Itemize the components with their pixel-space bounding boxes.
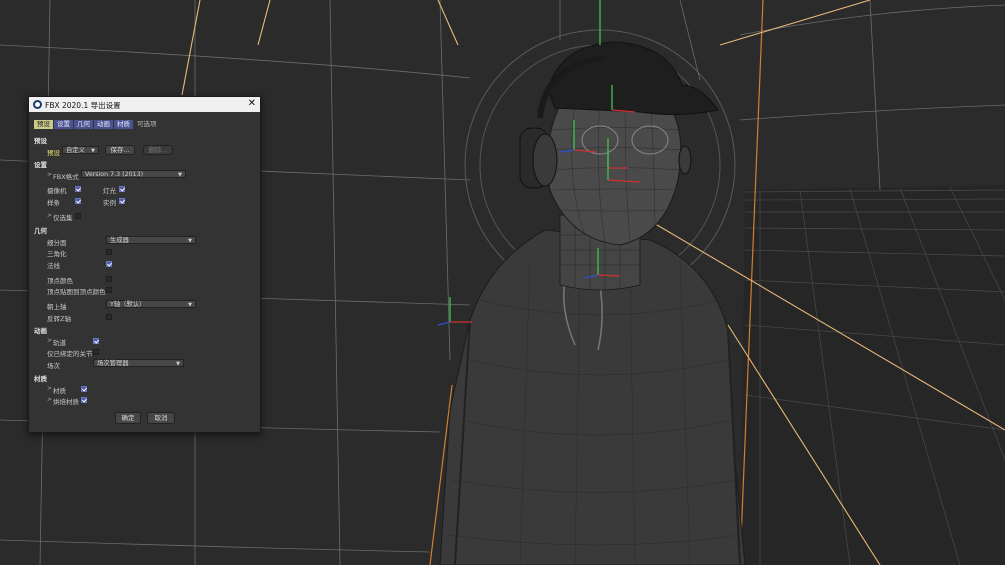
chevron-down-icon: ▼ xyxy=(188,238,192,244)
bound-joints-checkbox[interactable] xyxy=(93,349,99,355)
fbx-format-label: FBX格式 xyxy=(53,173,79,181)
flip-z-checkbox[interactable] xyxy=(106,314,112,320)
preset-label: 预设 xyxy=(47,149,60,157)
close-icon[interactable]: ✕ xyxy=(248,98,256,110)
section-presets-heading: 预设 xyxy=(34,137,47,145)
section-settings-heading: 设置 xyxy=(34,161,47,169)
camera-label: 摄像机 xyxy=(47,187,67,195)
selection-only-checkbox[interactable] xyxy=(75,213,81,219)
chevron-down-icon: ▼ xyxy=(178,172,182,178)
chevron-right-icon[interactable]: > xyxy=(47,385,52,392)
bound-joints-label: 仅已绑定的关节 xyxy=(47,350,93,358)
instance-label: 实例 xyxy=(103,199,116,207)
up-axis-dropdown[interactable]: Y轴（默认） ▼ xyxy=(106,300,196,308)
baked-materials-label: 烘焙材质 xyxy=(53,398,79,406)
tab-presets[interactable]: 预设 xyxy=(34,120,53,129)
camera-checkbox[interactable] xyxy=(75,186,81,192)
materials-checkbox[interactable] xyxy=(81,386,87,392)
chevron-down-icon: ▼ xyxy=(176,361,180,367)
dialog-title: FBX 2020.1 导出设置 xyxy=(45,101,121,110)
tab-materials[interactable]: 材质 xyxy=(114,120,133,129)
tracks-label: 轨道 xyxy=(53,339,66,347)
triangulate-checkbox[interactable] xyxy=(106,249,112,255)
takes-label: 场次 xyxy=(47,362,60,370)
vertex-map-checkbox[interactable] xyxy=(106,287,112,293)
chevron-right-icon[interactable]: > xyxy=(47,171,52,178)
spline-checkbox[interactable] xyxy=(75,198,81,204)
ok-button[interactable]: 确定 xyxy=(115,412,141,424)
instance-checkbox[interactable] xyxy=(119,198,125,204)
tab-settings[interactable]: 设置 xyxy=(54,120,73,129)
tracks-checkbox[interactable] xyxy=(93,338,99,344)
normals-checkbox[interactable] xyxy=(106,261,112,267)
up-axis-value: Y轴（默认） xyxy=(110,301,146,308)
materials-label: 材质 xyxy=(53,387,66,395)
takes-value: 场次管理器 xyxy=(97,360,129,367)
chevron-down-icon: ▼ xyxy=(188,302,192,308)
cinema4d-logo-icon xyxy=(33,100,42,109)
tab-geometry[interactable]: 几何 xyxy=(74,120,93,129)
baked-materials-checkbox[interactable] xyxy=(81,397,87,403)
subdivision-value: 生成器 xyxy=(110,237,129,244)
preset-dropdown[interactable]: 自定义 ▼ xyxy=(62,146,99,154)
tab-animation[interactable]: 动画 xyxy=(94,120,113,129)
chevron-right-icon[interactable]: > xyxy=(47,396,52,403)
light-checkbox[interactable] xyxy=(119,186,125,192)
vertex-map-label: 顶点贴图到顶点颜色 xyxy=(47,288,106,296)
chevron-right-icon[interactable]: > xyxy=(47,337,52,344)
up-axis-label: 朝上轴 xyxy=(47,303,67,311)
section-geometry-heading: 几何 xyxy=(34,227,47,235)
light-label: 灯光 xyxy=(103,187,116,195)
subdivision-dropdown[interactable]: 生成器 ▼ xyxy=(106,236,196,244)
fbx-export-dialog: FBX 2020.1 导出设置 ✕ 预设 设置 几何 动画 材质 可选项 预设 … xyxy=(28,96,261,433)
takes-dropdown[interactable]: 场次管理器 ▼ xyxy=(93,359,184,367)
fbx-format-value: Version 7.3 (2013) xyxy=(85,171,144,178)
preset-dropdown-value: 自定义 xyxy=(66,147,85,154)
tab-bar: 预设 设置 几何 动画 材质 可选项 xyxy=(34,120,160,129)
tab-options[interactable]: 可选项 xyxy=(134,120,160,129)
section-materials-heading: 材质 xyxy=(34,375,47,383)
spline-label: 样条 xyxy=(47,199,60,207)
cancel-button[interactable]: 取消 xyxy=(147,412,175,424)
delete-preset-button[interactable]: 删除... xyxy=(143,145,173,155)
vertex-color-label: 顶点颜色 xyxy=(47,277,73,285)
triangulate-label: 三角化 xyxy=(47,250,67,258)
save-preset-button[interactable]: 保存... xyxy=(105,145,135,155)
vertex-color-checkbox[interactable] xyxy=(106,276,112,282)
chevron-down-icon: ▼ xyxy=(91,148,95,154)
selection-only-label: 仅选集 xyxy=(53,214,73,222)
subdivision-label: 细分面 xyxy=(47,239,67,247)
section-animation-heading: 动画 xyxy=(34,327,47,335)
chevron-right-icon[interactable]: > xyxy=(47,212,52,219)
fbx-format-dropdown[interactable]: Version 7.3 (2013) ▼ xyxy=(81,170,186,178)
dialog-titlebar[interactable]: FBX 2020.1 导出设置 ✕ xyxy=(29,97,260,112)
flip-z-label: 反转Z轴 xyxy=(47,315,71,323)
normals-label: 法线 xyxy=(47,262,60,270)
